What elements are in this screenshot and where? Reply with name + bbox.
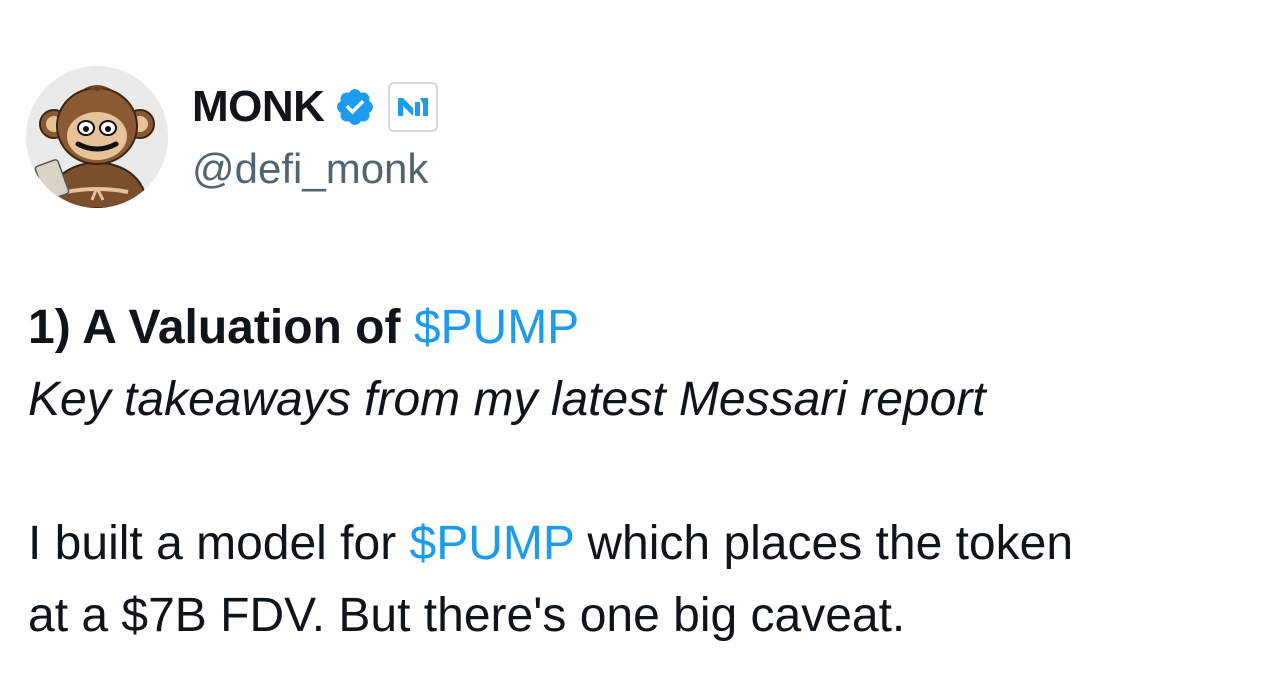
messari-logo-icon[interactable]: [388, 82, 439, 132]
tweet-subtitle: Key takeaways from my latest Messari rep…: [28, 373, 986, 426]
author-handle[interactable]: @defi_monk: [192, 148, 438, 190]
tweet-card: MONK @defi_monk 1) A Valuation of $PUMP …: [0, 0, 1280, 697]
tweet-heading: 1) A Valuation of: [28, 301, 401, 354]
tweet-text: 1) A Valuation of $PUMP Key takeaways fr…: [28, 292, 1258, 652]
avatar[interactable]: [26, 66, 168, 208]
verified-badge-icon[interactable]: [334, 86, 376, 128]
cashtag-link[interactable]: $PUMP: [410, 517, 575, 570]
body-text-suffix: which places the token: [587, 517, 1074, 570]
author-block: MONK @defi_monk: [192, 78, 439, 198]
body-text-prefix: I built a model for: [28, 517, 397, 570]
cashtag-link[interactable]: $PUMP: [414, 301, 579, 354]
name-row: MONK: [192, 78, 439, 136]
tweet-heading-line: 1) A Valuation of $PUMP: [28, 292, 1258, 364]
author-display-name[interactable]: MONK: [192, 85, 325, 129]
tweet-body-line-2: at a $7B FDV. But there's one big caveat…: [28, 589, 906, 642]
tweet-body-line-1: I built a model for $PUMP which places t…: [28, 508, 1258, 580]
